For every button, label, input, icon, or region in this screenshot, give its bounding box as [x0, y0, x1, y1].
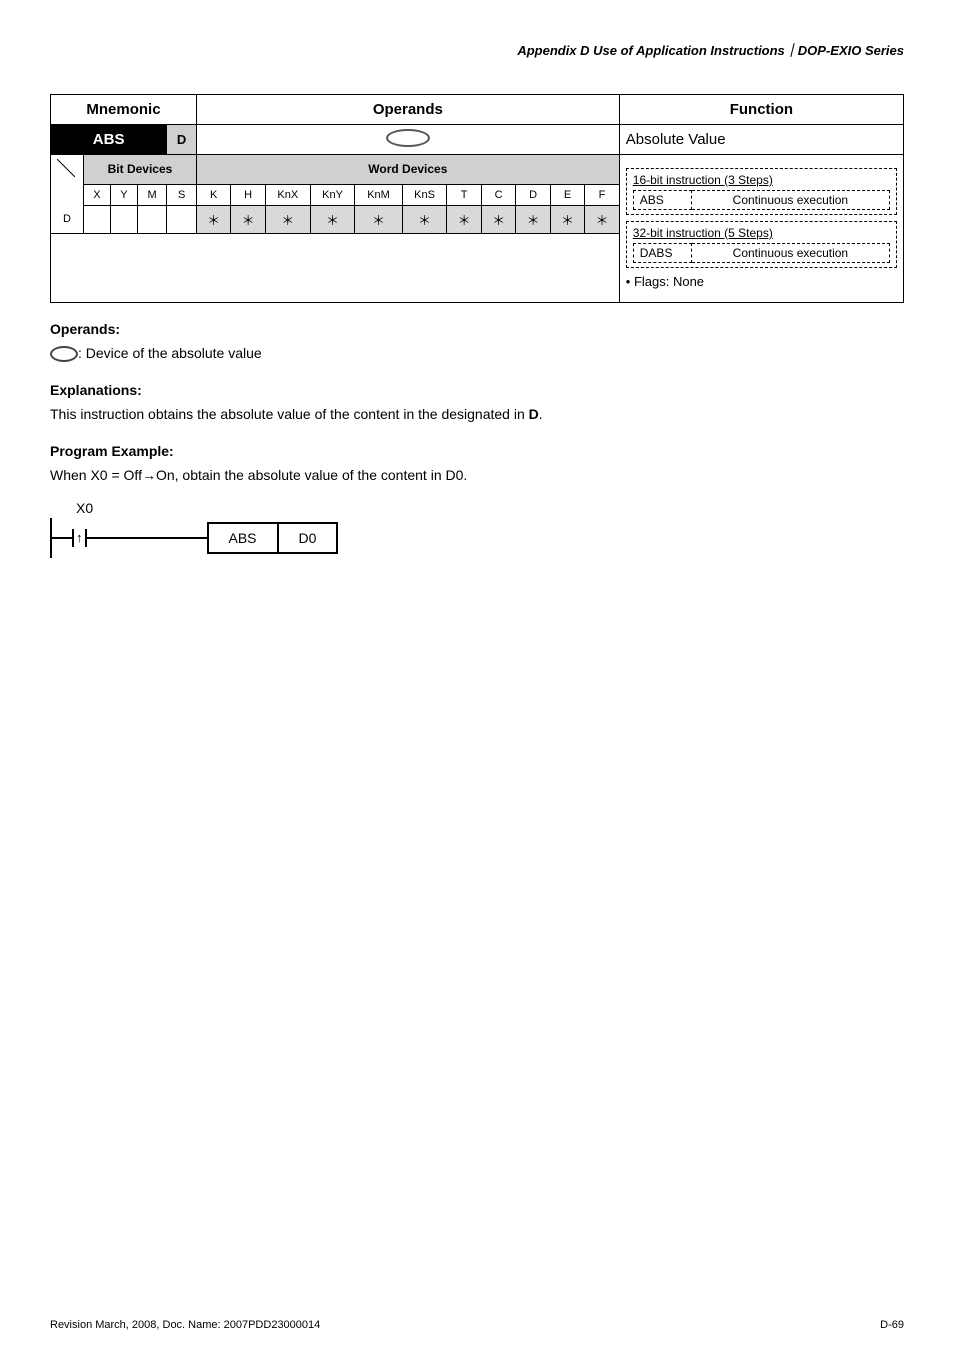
- function-detail: 16-bit instruction (3 Steps) ABS Continu…: [619, 155, 903, 303]
- abs-cell: ABS: [633, 190, 691, 209]
- cell-d-knm: ＊: [355, 205, 402, 233]
- cell-d-x: [84, 205, 111, 233]
- cell-d-s: [167, 205, 197, 233]
- operands-oval: [196, 125, 619, 155]
- absolute-value-label: Absolute Value: [619, 125, 903, 155]
- col-y: Y: [110, 184, 137, 205]
- col-knx: KnX: [265, 184, 310, 205]
- page-header: Appendix D Use of Application Instructio…: [50, 40, 904, 59]
- abs-label: ABS: [51, 125, 167, 155]
- function-header: Function: [619, 95, 903, 125]
- cell-d-t: ＊: [447, 205, 481, 233]
- col-m: M: [137, 184, 166, 205]
- example-text: When X0 = Off→On, obtain the absolute va…: [50, 465, 904, 486]
- cell-d-y: [110, 205, 137, 233]
- sixteen-bit-box: 16-bit instruction (3 Steps) ABS Continu…: [626, 168, 897, 215]
- thirtytwo-bit-box: 32-bit instruction (5 Steps) DABS Contin…: [626, 221, 897, 268]
- cell-d-h: ＊: [231, 205, 265, 233]
- ladder-box: ABS D0: [207, 522, 339, 554]
- word-devices-header: Word Devices: [196, 155, 619, 185]
- col-knm: KnM: [355, 184, 402, 205]
- empty-row: [51, 233, 620, 302]
- cell-d-kny: ＊: [310, 205, 355, 233]
- sixteen-bit-title: 16-bit instruction (3 Steps): [633, 173, 890, 187]
- cell-d-kns: ＊: [402, 205, 447, 233]
- cell-d-f: ＊: [585, 205, 619, 233]
- cont-exec-1: Continuous execution: [691, 190, 889, 209]
- cell-d-knx: ＊: [265, 205, 310, 233]
- cell-d-c: ＊: [481, 205, 515, 233]
- thirtytwo-bit-title: 32-bit instruction (5 Steps): [633, 226, 890, 240]
- mnemonic-header: Mnemonic: [51, 95, 197, 125]
- cell-d-d: ＊: [516, 205, 550, 233]
- dabs-cell: DABS: [633, 243, 691, 262]
- cell-d-k: ＊: [196, 205, 230, 233]
- footer-left: Revision March, 2008, Doc. Name: 2007PDD…: [50, 1319, 320, 1331]
- oval-icon-inline: [50, 346, 78, 362]
- col-x: X: [84, 184, 111, 205]
- diagonal-icon: [57, 159, 75, 177]
- rising-edge-icon: ↑: [74, 530, 85, 545]
- explanations-text: This instruction obtains the absolute va…: [50, 404, 904, 425]
- cell-d-e: ＊: [550, 205, 584, 233]
- ladder-abs: ABS: [207, 522, 279, 554]
- example-heading: Program Example:: [50, 443, 904, 459]
- empty-cell: [51, 184, 84, 205]
- d-label: D: [167, 125, 197, 155]
- cell-d-m: [137, 205, 166, 233]
- col-c: C: [481, 184, 515, 205]
- wire-2: [87, 537, 207, 539]
- col-h: H: [231, 184, 265, 205]
- col-d: D: [516, 184, 550, 205]
- page-footer: Revision March, 2008, Doc. Name: 2007PDD…: [50, 1319, 904, 1331]
- bullet-icon: •: [626, 274, 634, 289]
- cont-exec-2: Continuous execution: [691, 243, 889, 262]
- col-t: T: [447, 184, 481, 205]
- row-d: D: [51, 205, 84, 233]
- ladder-d0: D0: [279, 522, 339, 554]
- explanations-heading: Explanations:: [50, 382, 904, 398]
- footer-right: D-69: [880, 1319, 904, 1331]
- ladder-diagram: X0 ↑ ABS D0: [50, 500, 904, 558]
- col-s: S: [167, 184, 197, 205]
- col-kny: KnY: [310, 184, 355, 205]
- operands-header: Operands: [196, 95, 619, 125]
- flags-text: Flags: None: [634, 274, 704, 289]
- operands-text: : Device of the absolute value: [50, 343, 904, 364]
- wire-1: [52, 537, 72, 539]
- ladder-x0: X0: [76, 500, 93, 516]
- col-k: K: [196, 184, 230, 205]
- col-kns: KnS: [402, 184, 447, 205]
- col-e: E: [550, 184, 584, 205]
- bit-devices-header: Bit Devices: [84, 155, 197, 185]
- diag-cell: [51, 155, 84, 185]
- flags-row: • Flags: None: [626, 274, 897, 289]
- operands-heading: Operands:: [50, 321, 904, 337]
- oval-icon: [386, 129, 430, 147]
- col-f: F: [585, 184, 619, 205]
- instruction-table: Mnemonic Operands Function ABS D Absolut…: [50, 94, 904, 303]
